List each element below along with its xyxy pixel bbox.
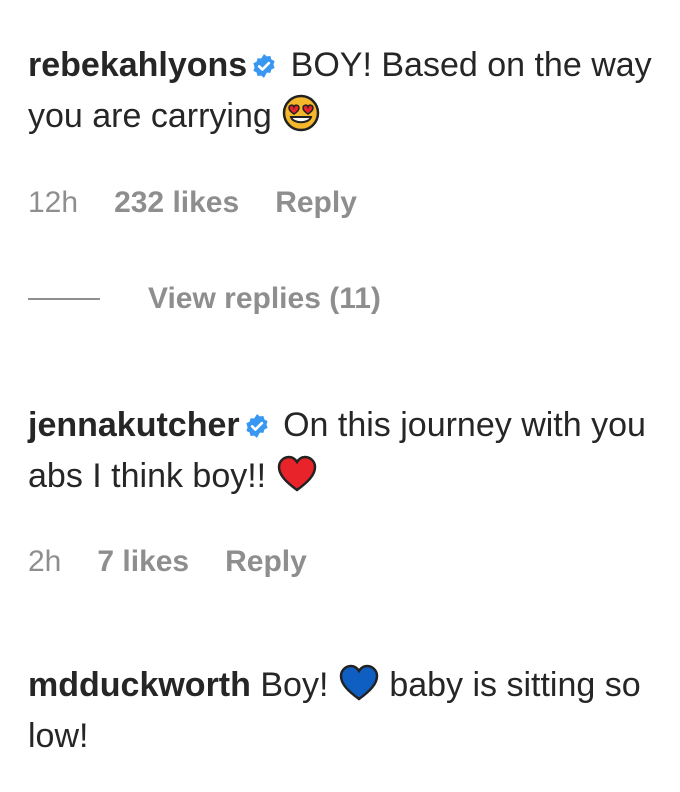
heart-eyes-emoji-icon — [282, 94, 320, 132]
comment-username[interactable]: mdduckworth — [28, 666, 251, 704]
red-heart-emoji-icon — [277, 455, 316, 492]
reply-button[interactable]: Reply — [275, 186, 357, 219]
comment-username[interactable]: jennakutcher — [28, 406, 240, 444]
comment-likes[interactable]: 232 likes — [114, 186, 239, 219]
comment-username[interactable]: rebekahlyons — [28, 46, 247, 84]
comment-time: 2h — [28, 545, 62, 578]
comment-body: mdduckworth Boy! baby is sitting so low! — [28, 660, 658, 762]
comment-item: rebekahlyons BOY! Based on the way you a… — [28, 40, 658, 142]
reply-button[interactable]: Reply — [225, 545, 307, 578]
verified-badge-icon — [253, 54, 275, 78]
comment-text: Boy! — [260, 666, 329, 704]
comment-time: 12h — [28, 186, 79, 219]
comment-body: rebekahlyons BOY! Based on the way you a… — [28, 40, 658, 142]
comment-body: jennakutcher On this journey with you ab… — [28, 400, 658, 502]
view-replies-button[interactable]: View replies (11) — [28, 282, 381, 316]
comment-item: jennakutcher On this journey with you ab… — [28, 400, 658, 502]
comment-meta: 12h 232 likes Reply — [28, 186, 393, 220]
comment-item: mdduckworth Boy! baby is sitting so low! — [28, 660, 658, 762]
blue-heart-emoji-icon — [339, 664, 379, 701]
view-replies-label[interactable]: View replies (11) — [148, 282, 381, 316]
replies-divider — [28, 298, 100, 300]
verified-badge-icon — [246, 414, 268, 438]
comment-meta: 2h 7 likes Reply — [28, 545, 343, 579]
comment-likes[interactable]: 7 likes — [97, 545, 189, 578]
